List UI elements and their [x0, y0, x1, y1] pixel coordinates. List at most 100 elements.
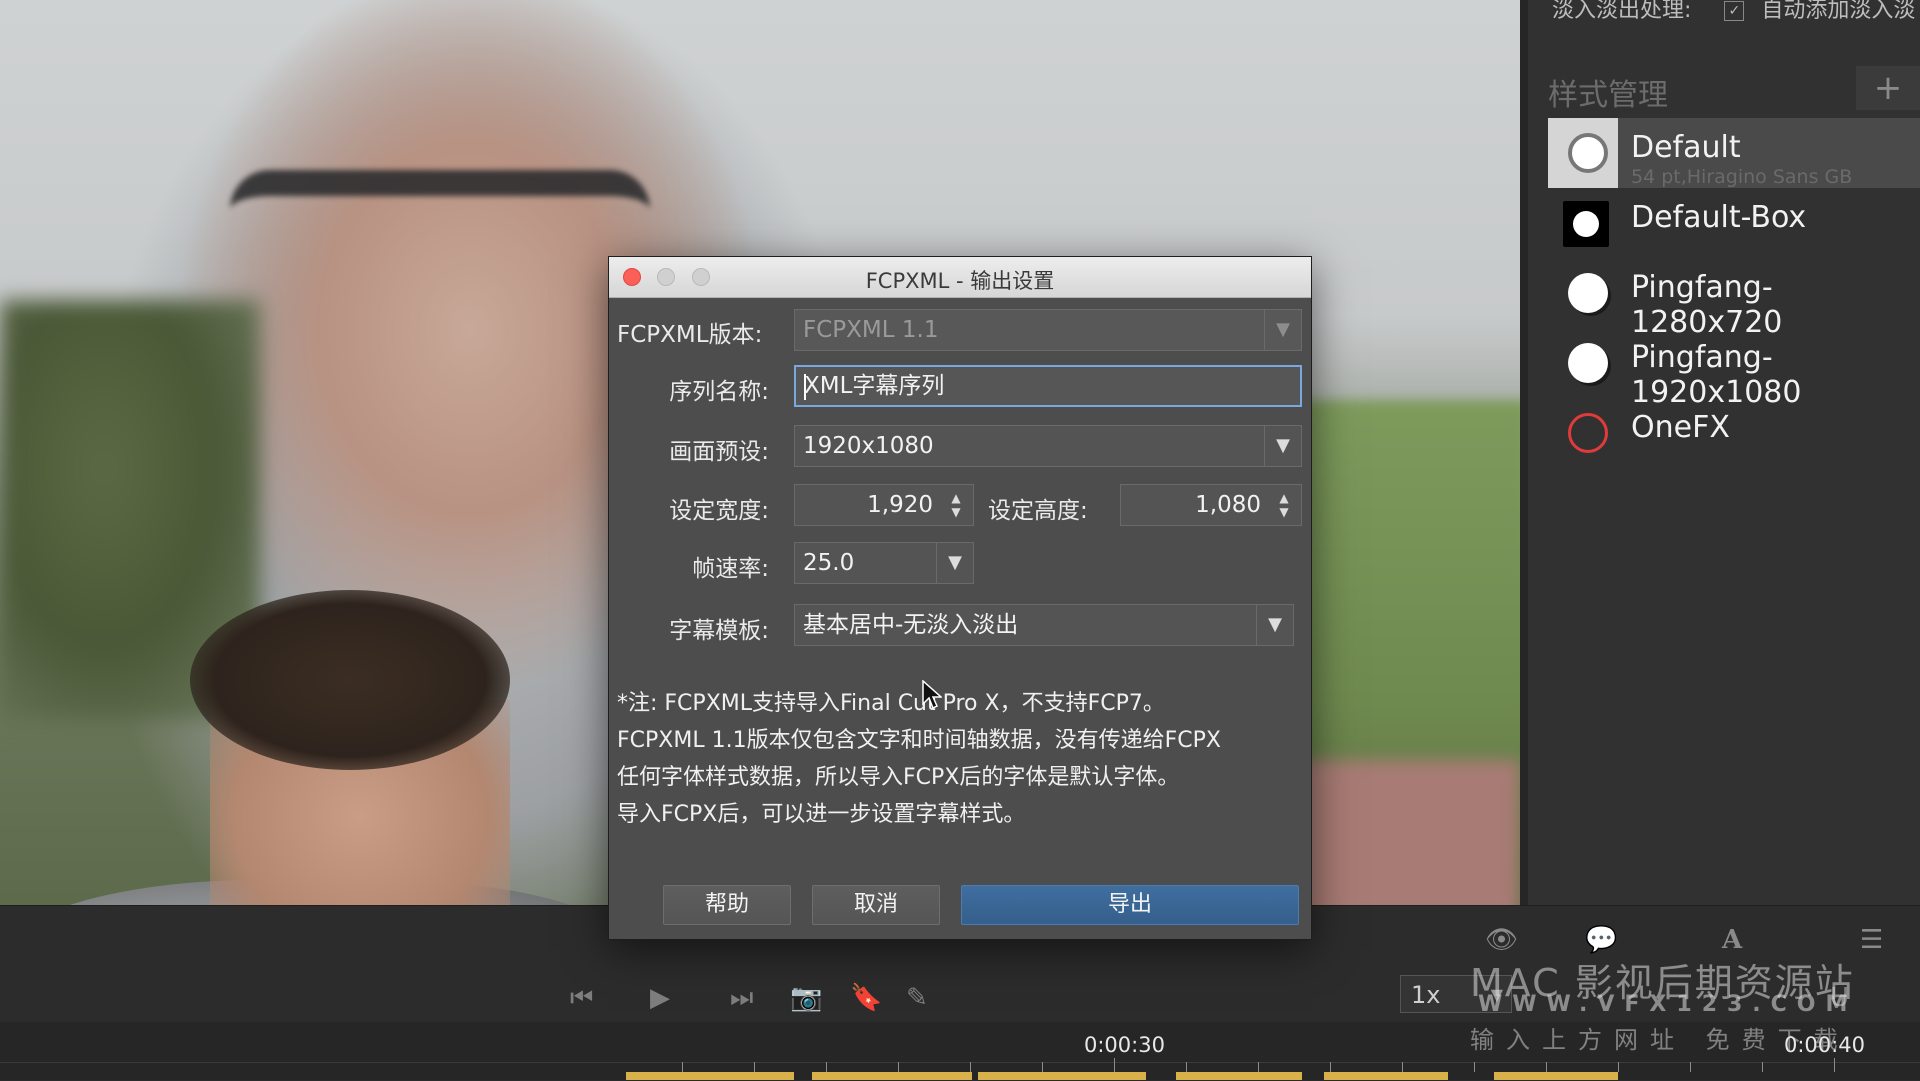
person-glasses: [230, 170, 650, 346]
webcam-person-hair: [190, 590, 510, 770]
width-value: 1,920: [867, 492, 933, 518]
version-label: FCPXML版本:: [617, 322, 763, 348]
ruler-tick: [1618, 1062, 1619, 1072]
ruler-tick: [1258, 1062, 1259, 1072]
speed-value: 1x: [1411, 981, 1441, 1009]
white-swatch-icon: [1568, 273, 1608, 313]
chevron-down-icon: ▼: [936, 543, 973, 583]
style-panel: 淡入淡出处理: ✓ 自动添加淡入淡 样式管理 + Default 54 pt,H…: [1520, 0, 1920, 905]
list-icon[interactable]: ☰: [1860, 925, 1883, 955]
ruler-tick: [1330, 1062, 1331, 1072]
subtitle-clip[interactable]: [812, 1072, 972, 1080]
previous-frame-icon[interactable]: ⏮: [570, 983, 593, 1014]
fade-setting-row: 淡入淡出处理: ✓ 自动添加淡入淡: [1552, 0, 1915, 24]
dialog-titlebar[interactable]: FCPXML - 输出设置: [609, 257, 1311, 298]
ruler-tick: [1690, 1062, 1691, 1072]
stepper-arrows-icon[interactable]: ▲ ▼: [939, 485, 973, 525]
ruler-tick: [1114, 1058, 1115, 1072]
export-note: *注: FCPXML支持导入Final Cut Pro X，不支持FCP7。 F…: [617, 685, 1297, 833]
subtitle-clip[interactable]: [978, 1072, 1146, 1080]
sequence-name-value: XML字幕序列: [804, 373, 945, 399]
next-frame-icon[interactable]: ⏭: [730, 983, 753, 1014]
ruler-tick: [1546, 1062, 1547, 1072]
timecode-30s: 0:00:30: [1084, 1033, 1165, 1057]
auto-fade-checkbox[interactable]: ✓: [1724, 1, 1745, 21]
ruler-tick: [1474, 1062, 1475, 1072]
ruler-tick: [1042, 1062, 1043, 1072]
sequence-name-input[interactable]: XML字幕序列: [794, 365, 1302, 407]
style-item-pingfang-1280[interactable]: Pingfang-1280x720: [1548, 258, 1920, 340]
note-line: 导入FCPX后，可以进一步设置字幕样式。: [617, 802, 1026, 827]
watermark-tagline: 输入上方网址 免费下载: [1470, 1026, 1850, 1054]
add-style-button[interactable]: +: [1856, 66, 1920, 110]
style-name: Default: [1631, 130, 1741, 165]
note-line: 任何字体样式数据，所以导入FCPX后的字体是默认字体。: [617, 765, 1180, 790]
fade-label: 淡入淡出处理:: [1552, 0, 1692, 23]
style-manager-header: 样式管理 +: [1528, 60, 1920, 116]
ruler-tick: [754, 1062, 755, 1072]
subtitle-clip[interactable]: [1324, 1072, 1448, 1080]
white-dot-icon: [1573, 211, 1599, 237]
watermark-url: WWW.VFX123.COM: [1478, 992, 1858, 1017]
ruler-tick: [826, 1062, 827, 1072]
subtitle-clip[interactable]: [1494, 1072, 1618, 1080]
chevron-down-icon: ▼: [1264, 426, 1301, 466]
play-icon[interactable]: ▶: [650, 983, 670, 1013]
cancel-button[interactable]: 取消: [812, 885, 940, 925]
text-style-icon[interactable]: A: [1722, 925, 1742, 955]
ruler-tick: [898, 1062, 899, 1072]
style-name: Default-Box: [1631, 200, 1807, 235]
note-line: *注: FCPXML支持导入Final Cut Pro X，不支持FCP7。: [617, 691, 1165, 716]
height-label: 设定高度:: [988, 498, 1088, 524]
style-description: 54 pt,Hiragino Sans GB: [1631, 166, 1853, 188]
ruler-tick: [1186, 1062, 1187, 1072]
mouse-cursor-icon: [922, 680, 942, 710]
version-select[interactable]: FCPXML 1.1 ▼: [794, 309, 1302, 351]
fcpxml-export-dialog: FCPXML - 输出设置 FCPXML版本: FCPXML 1.1 ▼ 序列名…: [608, 256, 1312, 940]
width-label: 设定宽度:: [669, 498, 769, 524]
frame-rate-select[interactable]: 25.0 ▼: [794, 542, 974, 584]
ruler-tick: [1834, 1058, 1835, 1072]
sequence-name-label: 序列名称:: [669, 379, 769, 405]
frame-rate-value: 25.0: [803, 550, 855, 576]
help-button[interactable]: 帮助: [663, 885, 791, 925]
comment-icon[interactable]: 💬: [1585, 925, 1617, 955]
style-item-default-box[interactable]: Default-Box: [1548, 188, 1920, 258]
style-item-default[interactable]: Default 54 pt,Hiragino Sans GB: [1548, 118, 1920, 188]
style-item-pingfang-1920[interactable]: Pingfang-1920x1080: [1548, 328, 1920, 410]
chevron-down-icon: ▼: [1256, 605, 1293, 645]
stepper-arrows-icon[interactable]: ▲ ▼: [1267, 485, 1301, 525]
template-label: 字幕模板:: [669, 618, 769, 644]
preset-label: 画面预设:: [669, 439, 769, 465]
preset-value: 1920x1080: [803, 433, 934, 459]
width-stepper[interactable]: 1,920 ▲ ▼: [794, 484, 974, 526]
magic-wand-icon[interactable]: ✎: [906, 983, 928, 1013]
note-line: FCPXML 1.1版本仅包含文字和时间轴数据，没有传递给FCPX: [617, 728, 1221, 753]
red-ring-swatch-icon: [1568, 413, 1608, 453]
bookmark-icon[interactable]: 🔖: [850, 983, 882, 1013]
white-swatch-icon: [1568, 343, 1608, 383]
eye-icon[interactable]: 👁: [1485, 925, 1518, 955]
version-value: FCPXML 1.1: [803, 317, 939, 343]
style-list: Default 54 pt,Hiragino Sans GB Default-B…: [1548, 118, 1920, 468]
ruler-tick: [1402, 1062, 1403, 1072]
height-value: 1,080: [1195, 492, 1261, 518]
white-ring-swatch-icon: [1568, 133, 1608, 173]
style-manager-title: 样式管理: [1548, 78, 1668, 113]
subtitle-clip[interactable]: [1176, 1072, 1302, 1080]
preset-select[interactable]: 1920x1080 ▼: [794, 425, 1302, 467]
subtitle-clip[interactable]: [626, 1072, 794, 1080]
template-value: 基本居中-无淡入淡出: [803, 612, 1019, 638]
ruler-tick: [682, 1062, 683, 1072]
frame-rate-label: 帧速率:: [692, 556, 769, 582]
chevron-down-icon: ▼: [1264, 310, 1301, 350]
ruler-tick: [970, 1062, 971, 1072]
height-stepper[interactable]: 1,080 ▲ ▼: [1120, 484, 1302, 526]
auto-fade-label: 自动添加淡入淡: [1761, 0, 1916, 23]
camera-icon[interactable]: 📷: [790, 983, 822, 1013]
style-name: OneFX: [1631, 410, 1730, 445]
export-button[interactable]: 导出: [961, 885, 1299, 925]
template-select[interactable]: 基本居中-无淡入淡出 ▼: [794, 604, 1294, 646]
ruler-tick: [1762, 1062, 1763, 1072]
style-item-onefx[interactable]: OneFX: [1548, 398, 1920, 468]
